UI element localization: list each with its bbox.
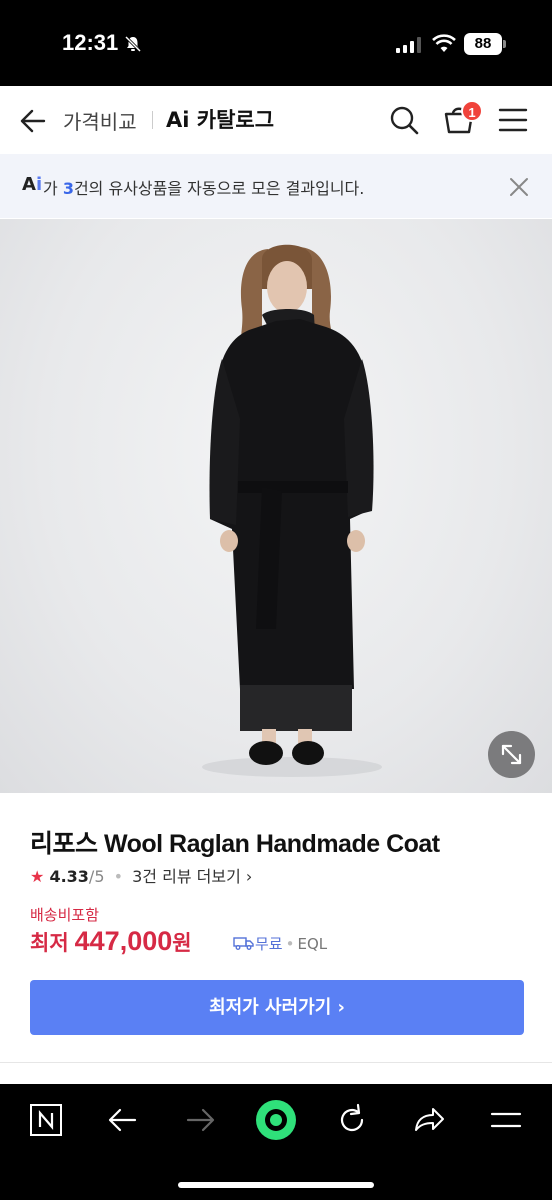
cart-count-badge: 1 <box>461 100 483 122</box>
wifi-icon <box>432 34 456 52</box>
home-indicator[interactable] <box>178 1182 374 1188</box>
buy-lowest-price-button[interactable]: 최저가 사러가기 › <box>30 980 524 1035</box>
hamburger-menu-icon[interactable] <box>498 107 528 133</box>
chevron-right-icon: › <box>240 867 253 886</box>
product-image[interactable] <box>0 219 552 793</box>
lowest-price-label: 최저 <box>30 931 69 955</box>
bell-muted-icon <box>124 35 142 53</box>
separator-dot: • <box>113 867 124 886</box>
delivery-fee: 무료 <box>255 935 283 953</box>
review-link[interactable]: 3건 리뷰 더보기 <box>132 867 241 886</box>
currency-label: 원 <box>172 931 192 955</box>
ai-label-a: A <box>22 174 36 195</box>
battery-tip <box>503 40 506 48</box>
ai-notice-prefix: 가 <box>43 179 63 198</box>
naver-home-icon[interactable] <box>28 1102 64 1138</box>
truck-icon <box>233 937 254 950</box>
green-dot-icon[interactable] <box>254 1098 298 1142</box>
price-row: 최저 447,000원 <box>30 926 192 957</box>
browser-forward-icon[interactable] <box>182 1102 218 1138</box>
status-bar: 12:31 88 <box>0 0 552 86</box>
ai-label: Ai <box>22 174 42 195</box>
shipping-included-label: 배송비포함 <box>30 906 100 924</box>
breadcrumb-separator <box>152 111 153 129</box>
star-icon: ★ <box>30 867 45 886</box>
section-divider <box>0 1062 552 1063</box>
back-arrow-icon[interactable] <box>18 106 48 136</box>
close-icon[interactable] <box>508 176 530 198</box>
ai-notice-suffix: 건의 유사상품을 자동으로 모은 결과입니다. <box>73 179 365 198</box>
buy-button-label: 최저가 사러가기 <box>209 997 332 1018</box>
status-time: 12:31 <box>62 30 119 55</box>
battery-indicator: 88 <box>464 33 502 55</box>
app-header: 가격비교 Ai 카탈로그 1 <box>0 86 552 154</box>
ai-label-i: i <box>35 174 43 195</box>
chevron-right-icon: › <box>331 997 345 1018</box>
breadcrumb-price-compare[interactable]: 가격비교 <box>63 106 137 135</box>
product-name: 리포스 Wool Raglan Handmade Coat <box>30 830 440 858</box>
page-title: Ai 카탈로그 <box>166 108 275 132</box>
browser-menu-icon[interactable] <box>488 1102 524 1138</box>
lowest-price-value: 447,000 <box>74 926 173 956</box>
rating-max: /5 <box>88 867 105 886</box>
delivery-info: 무료 • EQL <box>233 933 327 954</box>
ai-notice-banner: Ai 가 3건의 유사상품을 자동으로 모은 결과입니다. <box>0 154 552 218</box>
model-coat-illustration <box>202 244 382 777</box>
separator-dot: • <box>285 935 295 953</box>
search-icon[interactable] <box>388 104 420 136</box>
rating-score: 4.33 <box>49 867 89 886</box>
store-name: EQL <box>297 935 328 953</box>
expand-icon[interactable] <box>488 731 535 778</box>
signal-icon <box>396 37 421 53</box>
ai-notice-count: 3 <box>62 179 74 198</box>
ai-notice-text: 가 3건의 유사상품을 자동으로 모은 결과입니다. <box>43 175 364 199</box>
browser-back-icon[interactable] <box>105 1102 141 1138</box>
rating-row: ★ 4.33/5 • 3건 리뷰 더보기 › <box>30 863 253 886</box>
refresh-icon[interactable] <box>334 1102 370 1138</box>
share-icon[interactable] <box>411 1102 447 1138</box>
